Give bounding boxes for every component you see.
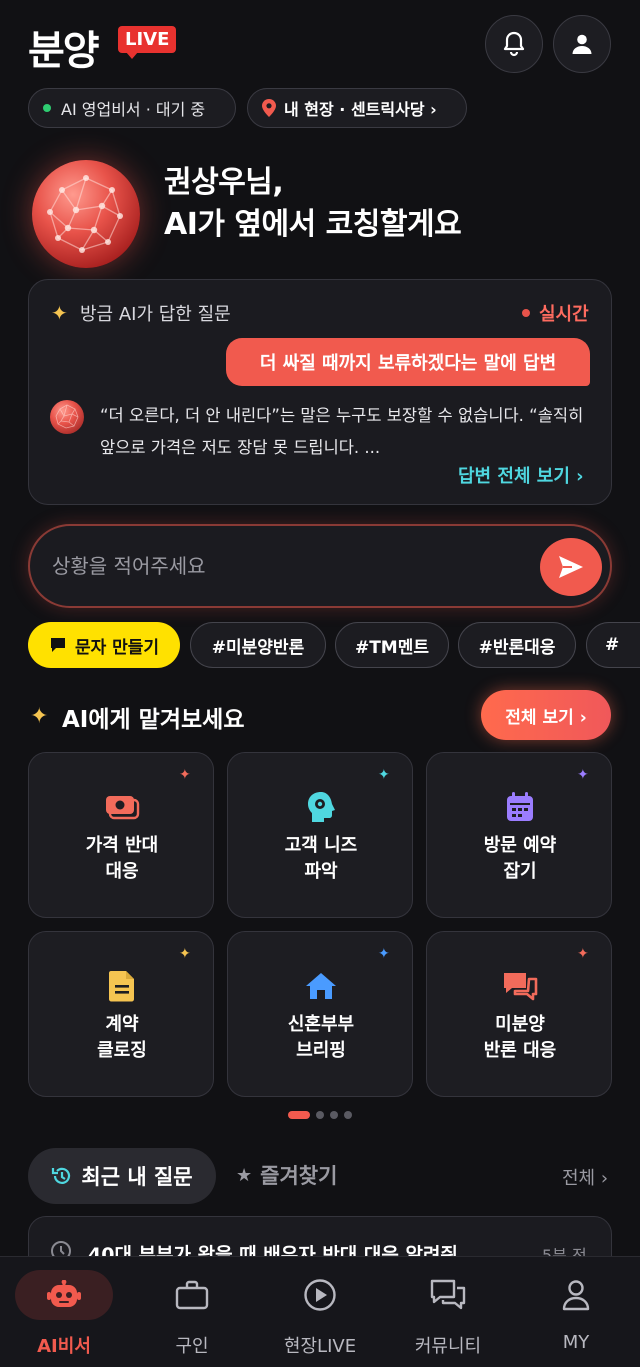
hero-greeting: 권상우님, AI가 옆에서 코칭할게요 bbox=[164, 162, 462, 246]
play-icon bbox=[304, 1279, 336, 1311]
sparkle-icon: ✦ bbox=[179, 946, 191, 962]
page-dot-active[interactable] bbox=[288, 1111, 310, 1119]
nav-label: 커뮤니티 bbox=[414, 1336, 482, 1357]
sparkle-icon: ✦ bbox=[378, 767, 390, 783]
tile-label: 방문 예약 잡기 bbox=[483, 835, 557, 882]
sparkle-icon: ✦ bbox=[30, 704, 49, 729]
section-title: AI에게 맡겨보세요 bbox=[62, 707, 245, 733]
sparkle-icon: ✦ bbox=[51, 301, 68, 325]
nav-ai-assistant[interactable]: AI비서 bbox=[9, 1270, 119, 1360]
live-dot bbox=[522, 309, 530, 317]
page-dot[interactable] bbox=[330, 1111, 338, 1119]
nav-icon-wrap bbox=[430, 1270, 466, 1320]
brain-gear-icon bbox=[301, 787, 341, 827]
star-icon: ★ bbox=[236, 1164, 253, 1186]
hashtag-chip[interactable]: #반론대응 bbox=[458, 622, 576, 668]
sparkle-icon: ✦ bbox=[577, 946, 589, 962]
home-icon bbox=[301, 966, 341, 1006]
nav-my[interactable]: MY bbox=[521, 1270, 631, 1360]
hashtag-chip[interactable]: #미분양반론 bbox=[190, 622, 326, 668]
tab-favorites[interactable]: ★ 즐겨찾기 bbox=[236, 1160, 337, 1190]
view-all-recent-link[interactable]: 전체 › bbox=[562, 1164, 608, 1190]
nav-icon-wrap bbox=[303, 1270, 337, 1320]
situation-input[interactable] bbox=[52, 548, 522, 584]
carousel-pagination[interactable] bbox=[288, 1111, 352, 1119]
app-logo: 분양 bbox=[28, 28, 100, 74]
ai-orb-avatar bbox=[32, 160, 140, 268]
briefcase-icon bbox=[175, 1280, 209, 1310]
nav-label: MY bbox=[562, 1332, 590, 1353]
page-dot[interactable] bbox=[316, 1111, 324, 1119]
hashtag-chip[interactable]: #TM멘트 bbox=[335, 622, 449, 668]
nav-jobs[interactable]: 구인 bbox=[137, 1270, 247, 1360]
location-pin-icon bbox=[262, 99, 276, 117]
task-tile-customer-needs[interactable]: ✦ 고객 니즈 파악 bbox=[227, 752, 413, 918]
history-icon bbox=[52, 1167, 71, 1184]
task-tile-contract-closing[interactable]: ✦ 계약 클로징 bbox=[28, 931, 214, 1097]
question-bubble: 더 싸질 때까지 보류하겠다는 말에 답변 bbox=[226, 338, 590, 386]
send-icon bbox=[559, 556, 583, 578]
online-dot bbox=[43, 104, 51, 112]
task-tile-unsold-objection[interactable]: ✦ 미분양 반론 대응 bbox=[426, 931, 612, 1097]
view-all-button[interactable]: 전체 보기 › bbox=[481, 690, 611, 740]
task-tile-visit-booking[interactable]: ✦ 방문 예약 잡기 bbox=[426, 752, 612, 918]
money-icon bbox=[102, 787, 142, 827]
calendar-icon bbox=[500, 787, 540, 827]
task-tile-newlywed-briefing[interactable]: ✦ 신혼부부 브리핑 bbox=[227, 931, 413, 1097]
tile-label: 미분양 반론 대응 bbox=[483, 1014, 557, 1061]
profile-button[interactable] bbox=[553, 15, 611, 73]
sparkle-icon: ✦ bbox=[179, 767, 191, 783]
tab-label: 즐겨찾기 bbox=[260, 1164, 338, 1188]
sparkle-icon: ✦ bbox=[378, 946, 390, 962]
tab-recent-questions[interactable]: 최근 내 질문 bbox=[28, 1148, 216, 1204]
chat-bubbles-icon bbox=[500, 966, 540, 1006]
tab-label: 최근 내 질문 bbox=[81, 1165, 193, 1189]
site-text: 내 현장 · 센트릭사당 › bbox=[284, 100, 437, 119]
robot-icon bbox=[47, 1280, 81, 1307]
make-sms-chip[interactable]: 문자 만들기 bbox=[28, 622, 180, 668]
ai-avatar-small bbox=[50, 400, 84, 434]
nav-icon-wrap bbox=[561, 1270, 591, 1320]
live-badge: LIVE bbox=[118, 26, 177, 59]
nav-label: AI비서 bbox=[37, 1336, 91, 1357]
sparkle-icon: ✦ bbox=[577, 767, 589, 783]
message-icon bbox=[50, 638, 65, 652]
nav-label: 구인 bbox=[175, 1336, 209, 1357]
chat-icon bbox=[430, 1279, 466, 1310]
site-selector[interactable]: 내 현장 · 센트릭사당 › bbox=[247, 88, 467, 128]
realtime-tag: 실시간 bbox=[522, 300, 589, 326]
ai-status-pill: AI 영업비서 · 대기 중 bbox=[28, 88, 236, 128]
tile-label: 가격 반대 대응 bbox=[85, 835, 159, 882]
person-icon bbox=[562, 1280, 590, 1311]
page-dot[interactable] bbox=[344, 1111, 352, 1119]
nav-icon-wrap bbox=[175, 1270, 209, 1320]
ai-status-text: AI 영업비서 · 대기 중 bbox=[61, 100, 206, 119]
chip-label: 문자 만들기 bbox=[74, 637, 160, 658]
tile-label: 계약 클로징 bbox=[97, 1014, 147, 1061]
hero-line-2: AI가 옆에서 코칭할게요 bbox=[164, 207, 462, 242]
send-button[interactable] bbox=[540, 538, 602, 596]
realtime-label: 실시간 bbox=[539, 304, 589, 325]
qa-card-heading: 방금 AI가 답한 질문 bbox=[80, 304, 231, 325]
nav-label: 현장LIVE bbox=[283, 1336, 357, 1357]
nav-community[interactable]: 커뮤니티 bbox=[393, 1270, 503, 1360]
tile-label: 신혼부부 브리핑 bbox=[287, 1014, 355, 1061]
user-icon bbox=[572, 34, 592, 54]
hashtag-chip[interactable]: # bbox=[586, 622, 640, 668]
tile-label: 고객 니즈 파악 bbox=[284, 835, 358, 882]
task-tile-price-objection[interactable]: ✦ 가격 반대 대응 bbox=[28, 752, 214, 918]
nav-icon-wrap bbox=[15, 1270, 113, 1320]
document-icon bbox=[102, 966, 142, 1006]
view-full-answer-link[interactable]: 답변 전체 보기 › bbox=[458, 462, 584, 488]
hero-line-1: 권상우님, bbox=[164, 165, 284, 200]
answer-preview: “더 오른다, 더 안 내린다”는 말은 누구도 보장할 수 없습니다. “솔직… bbox=[100, 406, 584, 457]
bell-icon bbox=[503, 31, 525, 57]
notification-button[interactable] bbox=[485, 15, 543, 73]
nav-site-live[interactable]: 현장LIVE bbox=[265, 1270, 375, 1360]
